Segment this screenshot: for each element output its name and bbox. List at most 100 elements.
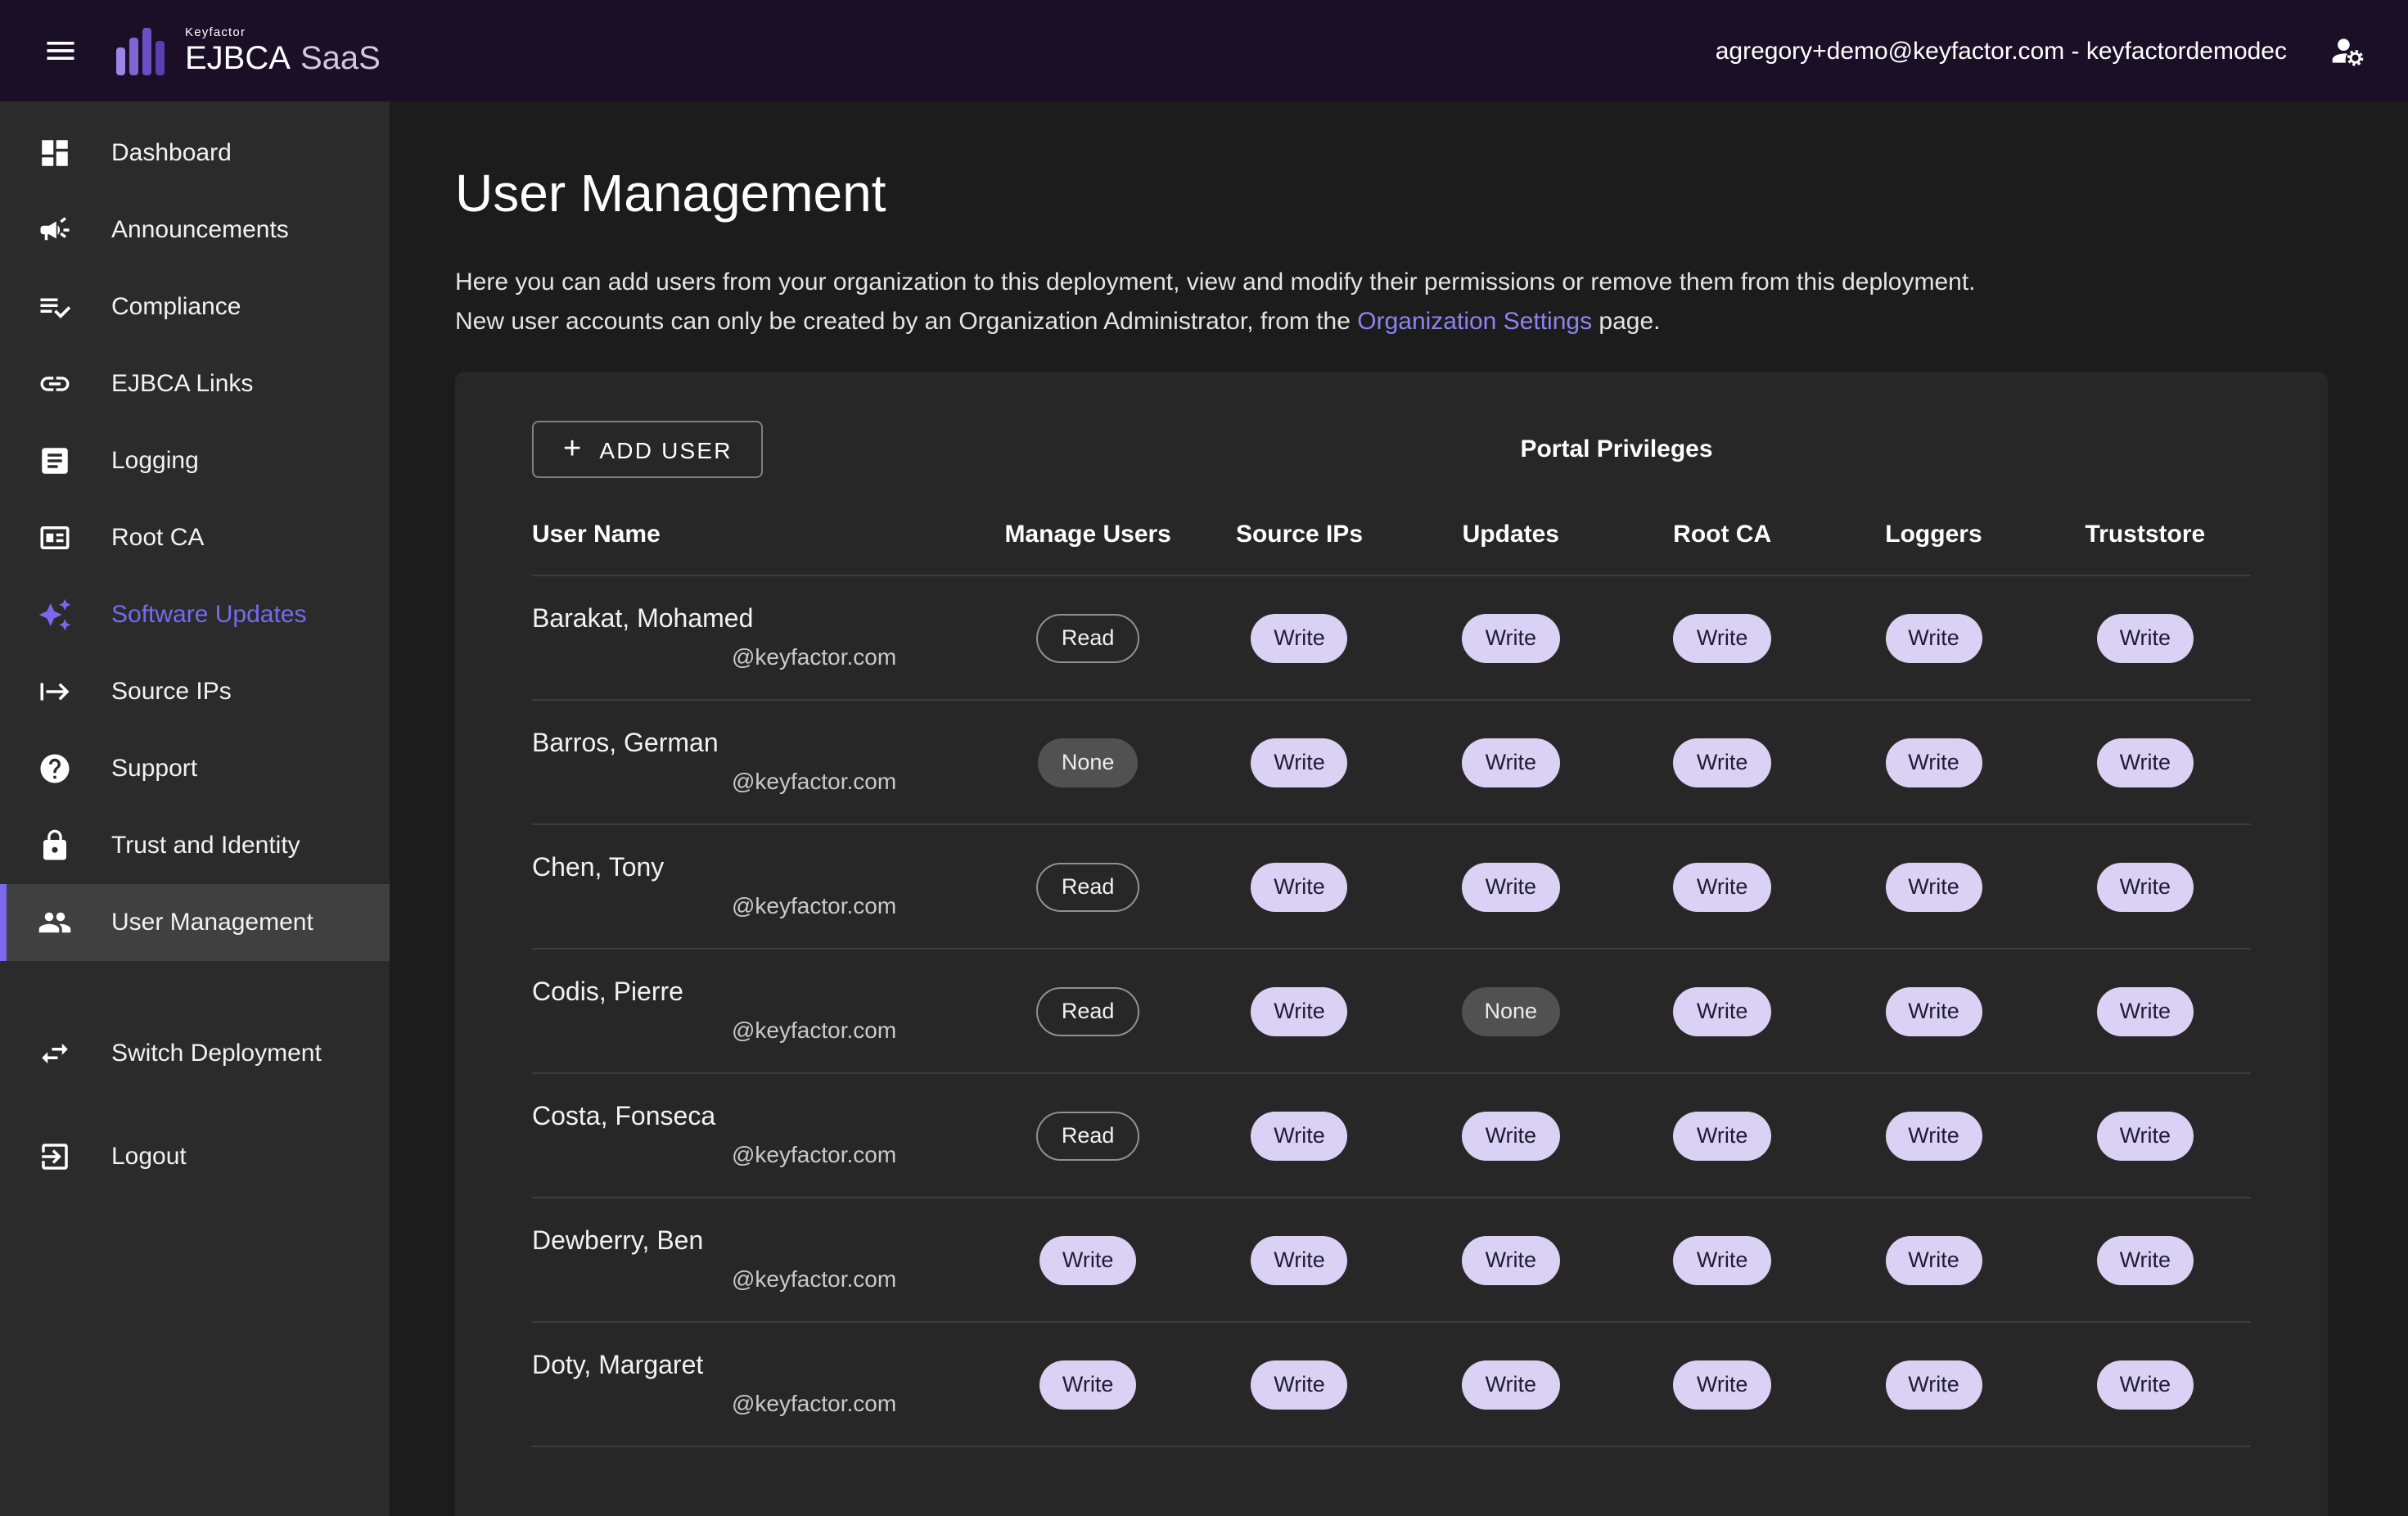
privilege-pill-write[interactable]: Write	[1463, 1111, 1560, 1160]
user-cell: Dewberry, Ben @keyfactor.com	[532, 1228, 982, 1292]
sidebar-item-trust-and-identity[interactable]: Trust and Identity	[0, 807, 390, 884]
user-cell: Chen, Tony @keyfactor.com	[532, 855, 982, 918]
sidebar-item-label: Compliance	[111, 293, 241, 321]
privilege-pill-write[interactable]: Write	[1885, 738, 1982, 787]
privilege-pill-write[interactable]: Write	[1674, 1111, 1771, 1160]
sidebar-item-user-management[interactable]: User Management	[0, 884, 390, 961]
privilege-cell: Write	[2040, 862, 2251, 911]
account-settings-button[interactable]	[2323, 26, 2372, 75]
description-line2-prefix: New user accounts can only be created by…	[455, 308, 1357, 336]
sidebar-item-software-updates[interactable]: Software Updates	[0, 576, 390, 653]
user-email: @keyfactor.com	[532, 1390, 982, 1416]
privilege-pill-read[interactable]: Read	[1037, 1111, 1139, 1160]
sidebar-item-label: Dashboard	[111, 139, 232, 167]
privilege-pill-write[interactable]: Write	[2097, 862, 2194, 911]
privilege-pill-write[interactable]: Write	[1251, 738, 1348, 787]
sidebar-item-support[interactable]: Support	[0, 730, 390, 807]
privilege-pill-write[interactable]: Write	[1039, 1235, 1137, 1284]
privilege-pill-write[interactable]: Write	[1251, 613, 1348, 662]
privilege-cell: Write	[1193, 1235, 1405, 1284]
privilege-cell: Write	[1405, 1360, 1617, 1409]
sidebar-item-compliance[interactable]: Compliance	[0, 268, 390, 345]
column-header-source-ips: Source IPs	[1193, 521, 1405, 548]
privilege-pill-none[interactable]: None	[1462, 986, 1561, 1035]
id-card-icon	[38, 521, 72, 555]
privilege-pill-write[interactable]: Write	[1463, 862, 1560, 911]
sidebar-item-ejbca-links[interactable]: EJBCA Links	[0, 345, 390, 422]
privilege-cell: Write	[1193, 986, 1405, 1035]
privilege-cell: Write	[1828, 862, 2039, 911]
privilege-cell: None	[1405, 986, 1617, 1035]
user-name: Doty, Margaret	[532, 1352, 982, 1382]
user-name: Codis, Pierre	[532, 979, 982, 1008]
table-row: Doty, Margaret @keyfactor.com Write Write…	[532, 1323, 2251, 1447]
privilege-pill-write[interactable]: Write	[1463, 1360, 1560, 1409]
privilege-pill-write[interactable]: Write	[2097, 986, 2194, 1035]
privilege-pill-read[interactable]: Read	[1037, 986, 1139, 1035]
privilege-pill-write[interactable]: Write	[1463, 738, 1560, 787]
user-email: @keyfactor.com	[532, 1141, 982, 1167]
privilege-cell: Write	[2040, 1360, 2251, 1409]
panel-header: + ADD USER Portal Privileges	[532, 421, 2251, 478]
privilege-pill-write[interactable]: Write	[1885, 1111, 1982, 1160]
help-icon	[38, 751, 72, 786]
privilege-pill-write[interactable]: Write	[1251, 1360, 1348, 1409]
user-cell: Doty, Margaret @keyfactor.com	[532, 1352, 982, 1416]
keyfactor-logo	[115, 20, 170, 82]
privilege-pill-write[interactable]: Write	[1885, 613, 1982, 662]
sidebar-item-logout[interactable]: Logout	[0, 1118, 390, 1195]
sidebar-item-switch-deployment[interactable]: Switch Deployment	[0, 1015, 390, 1092]
privilege-pill-read[interactable]: Read	[1037, 862, 1139, 911]
brand: Keyfactor EJBCA SaaS	[115, 20, 381, 82]
privilege-pill-write[interactable]: Write	[1885, 986, 1982, 1035]
privilege-pill-write[interactable]: Write	[2097, 738, 2194, 787]
privilege-pill-write[interactable]: Write	[1674, 1235, 1771, 1284]
privilege-pill-write[interactable]: Write	[1463, 613, 1560, 662]
privilege-pill-write[interactable]: Write	[1674, 986, 1771, 1035]
column-header-updates: Updates	[1405, 521, 1617, 548]
privilege-pill-read[interactable]: Read	[1037, 613, 1139, 662]
privilege-pill-write[interactable]: Write	[1251, 1235, 1348, 1284]
log-book-icon	[38, 444, 72, 478]
privilege-pill-write[interactable]: Write	[1674, 613, 1771, 662]
privilege-cell: Write	[1405, 613, 1617, 662]
organization-settings-link[interactable]: Organization Settings	[1357, 308, 1592, 336]
privilege-pill-none[interactable]: None	[1039, 738, 1138, 787]
privilege-pill-write[interactable]: Write	[1251, 862, 1348, 911]
brand-product-label: EJBCA	[185, 43, 291, 76]
lock-icon	[38, 828, 72, 863]
privilege-cell: Write	[2040, 613, 2251, 662]
sidebar-item-source-ips[interactable]: Source IPs	[0, 653, 390, 730]
plus-icon: +	[563, 434, 583, 465]
privilege-pill-write[interactable]: Write	[1885, 862, 1982, 911]
sidebar-item-dashboard[interactable]: Dashboard	[0, 115, 390, 192]
user-cell: Barros, German @keyfactor.com	[532, 730, 982, 794]
menu-button[interactable]	[36, 26, 85, 75]
privilege-pill-write[interactable]: Write	[1674, 738, 1771, 787]
privilege-cell: Write	[982, 1360, 1193, 1409]
privilege-pill-write[interactable]: Write	[2097, 1235, 2194, 1284]
page-title: User Management	[455, 164, 2328, 224]
privilege-cell: Write	[1193, 613, 1405, 662]
privilege-pill-write[interactable]: Write	[1463, 1235, 1560, 1284]
privilege-pill-write[interactable]: Write	[1674, 862, 1771, 911]
table-row: Dewberry, Ben @keyfactor.com Write Write W…	[532, 1198, 2251, 1323]
privilege-pill-write[interactable]: Write	[2097, 613, 2194, 662]
sidebar-item-label: Root CA	[111, 524, 204, 552]
brand-suffix-label: SaaS	[300, 43, 381, 76]
privilege-pill-write[interactable]: Write	[2097, 1360, 2194, 1409]
sidebar-item-logging[interactable]: Logging	[0, 422, 390, 499]
privilege-pill-write[interactable]: Write	[1251, 986, 1348, 1035]
privilege-pill-write[interactable]: Write	[1885, 1235, 1982, 1284]
privilege-pill-write[interactable]: Write	[2097, 1111, 2194, 1160]
sidebar-item-root-ca[interactable]: Root CA	[0, 499, 390, 576]
privilege-pill-write[interactable]: Write	[1885, 1360, 1982, 1409]
privilege-pill-write[interactable]: Write	[1674, 1360, 1771, 1409]
privilege-pill-write[interactable]: Write	[1251, 1111, 1348, 1160]
privilege-cell: Write	[1617, 862, 1828, 911]
sidebar-item-label: Logout	[111, 1143, 187, 1171]
user-cell: Codis, Pierre @keyfactor.com	[532, 979, 982, 1043]
sidebar-item-announcements[interactable]: Announcements	[0, 192, 390, 268]
privilege-pill-write[interactable]: Write	[1039, 1360, 1137, 1409]
add-user-button[interactable]: + ADD USER	[532, 421, 764, 478]
